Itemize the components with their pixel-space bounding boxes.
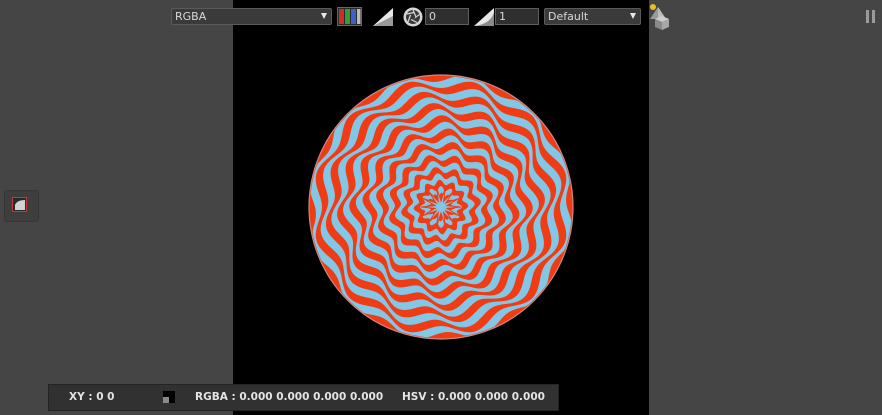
3d-shapes-icon[interactable] <box>647 3 673 31</box>
side-tool-button[interactable] <box>4 190 39 222</box>
gamma-ramp-icon[interactable] <box>473 7 495 27</box>
chevron-down-icon <box>321 13 327 19</box>
gain-input-value: 0 <box>429 10 436 23</box>
rgba-readout: RGBA : 0.000 0.000 0.000 0.000 <box>195 391 384 403</box>
lut-dropdown[interactable]: Default <box>544 8 641 25</box>
lut-dropdown-value: Default <box>548 10 589 23</box>
rendered-image <box>308 74 574 340</box>
curve-tool-icon <box>12 197 27 212</box>
channel-dropdown[interactable]: RGBA <box>171 8 332 25</box>
aperture-icon[interactable] <box>403 7 423 27</box>
image-viewport[interactable] <box>233 0 649 415</box>
pixel-info-bar: XY : 0 0 RGBA : 0.000 0.000 0.000 0.000 … <box>48 384 559 411</box>
gain-ramp-icon[interactable] <box>372 7 394 27</box>
color-swatch <box>163 391 175 403</box>
gamma-input-value: 1 <box>499 10 506 23</box>
viewer-window: RGBA 0 1 Default XY: 0 0 RGBA: 0.000 0… <box>0 0 882 415</box>
hsv-readout: HSV : 0.000 0.000 0.000 <box>402 391 545 403</box>
gamma-input[interactable]: 1 <box>495 8 539 25</box>
rgb-channels-icon[interactable] <box>337 7 363 27</box>
channel-dropdown-value: RGBA <box>175 10 207 23</box>
pause-icon[interactable] <box>866 10 876 24</box>
xy-readout: XY : 0 0 <box>69 391 115 403</box>
chevron-down-icon <box>630 13 636 19</box>
gain-input[interactable]: 0 <box>425 8 469 25</box>
